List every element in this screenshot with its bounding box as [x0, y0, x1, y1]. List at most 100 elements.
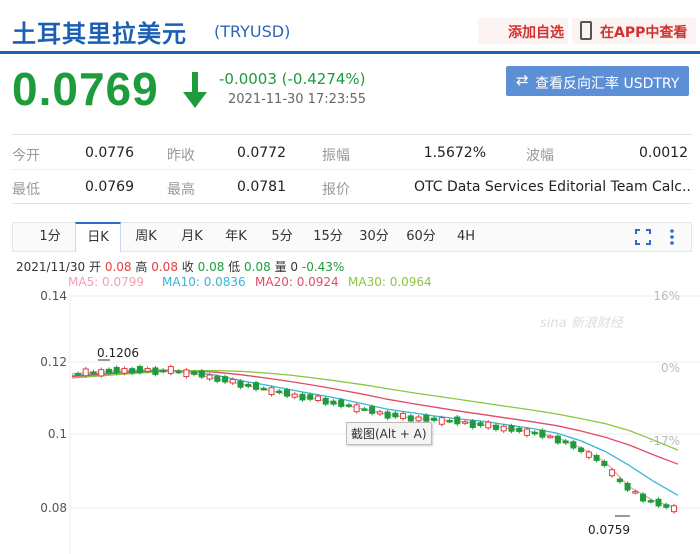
volume-label: 量 [274, 260, 287, 274]
candle-body [376, 411, 383, 415]
tab-monthly-k[interactable]: 月K [169, 223, 215, 251]
y-tick-label: 0.1 [48, 427, 67, 441]
candle-body [152, 367, 159, 375]
candle-body [98, 369, 105, 377]
candle-body [593, 455, 600, 461]
y-tick-label: 0.08 [40, 501, 67, 515]
candle-body [477, 422, 484, 427]
stat-label: 振幅 [322, 148, 350, 164]
max-price-label: 0.1206 [97, 346, 139, 360]
candle-body [260, 387, 267, 391]
chart-period-tabs: 1分 日K 周K 月K 年K 5分 15分 30分 60分 4H [12, 222, 692, 252]
candle-body [338, 399, 345, 407]
header-divider [0, 51, 700, 54]
tab-60min[interactable]: 60分 [398, 223, 444, 251]
stat-value: 0.0781 [237, 179, 286, 195]
candle-body [609, 469, 616, 477]
candle-body [183, 369, 190, 378]
candle-body [655, 498, 662, 507]
change-percent: -0.43% [301, 260, 345, 274]
candle-body [663, 504, 670, 508]
low-value: 0.08 [244, 260, 271, 274]
candle-body [500, 425, 507, 432]
candle-body [454, 416, 461, 425]
close-value: 0.08 [197, 260, 225, 274]
tab-15min[interactable]: 15分 [305, 223, 351, 251]
candle-body [601, 460, 608, 467]
high-label: 高 [135, 260, 148, 274]
candle-body [105, 368, 112, 374]
candle-body [585, 451, 592, 458]
stat-value: 0.0769 [85, 179, 134, 195]
tab-30min[interactable]: 30分 [351, 223, 397, 251]
candle-body [307, 394, 314, 400]
reverse-rate-button[interactable]: ⇄ 查看反向汇率 USDTRY [506, 66, 689, 96]
quote-source: OTC Data Services Editorial Team Calc... [414, 179, 690, 195]
candle-body [90, 371, 97, 375]
candle-body [191, 371, 198, 375]
candle-body [206, 374, 213, 380]
candle-body [222, 376, 229, 383]
page-title: 土耳其里拉美元 [12, 20, 187, 48]
y-tick-label: 0.14 [40, 290, 67, 303]
tab-1min[interactable]: 1分 [27, 223, 73, 251]
candle-body [361, 408, 368, 411]
tab-4h[interactable]: 4H [445, 223, 487, 251]
candle-body [384, 411, 391, 419]
view-in-app-button[interactable]: 在APP中查看 [572, 18, 696, 44]
tab-daily-k[interactable]: 日K [75, 222, 121, 252]
y-tick-label: 0.12 [40, 355, 67, 369]
ma30-legend: MA30: 0.0964 [348, 275, 432, 289]
candle-body [531, 431, 538, 435]
candle-body [160, 369, 167, 373]
candle-body [431, 417, 438, 421]
candle-body [562, 440, 569, 444]
candle-body [671, 505, 677, 513]
more-options-icon[interactable] [669, 227, 675, 247]
open-value: 0.08 [104, 260, 132, 274]
candle-body [268, 387, 275, 395]
swap-icon: ⇄ [516, 71, 529, 89]
candle-body [167, 366, 174, 374]
open-label: 开 [89, 260, 102, 274]
stat-label: 最高 [167, 182, 195, 198]
sina-watermark: sina 新浪财经 [540, 316, 623, 331]
candle-body [462, 421, 469, 424]
candle-body [392, 412, 399, 418]
ma5-legend: MA5: 0.0799 [68, 275, 145, 289]
candle-body [136, 366, 143, 373]
candle-body [369, 406, 376, 414]
pct-tick-label: 0% [661, 361, 680, 375]
candle-body [554, 435, 561, 444]
currency-code: (TRYUSD) [214, 22, 291, 41]
stat-label: 昨收 [167, 148, 195, 164]
reverse-rate-label: 查看反向汇率 USDTRY [535, 76, 680, 92]
stat-label: 波幅 [526, 148, 554, 164]
candle-body [322, 397, 329, 405]
candle-body [299, 393, 306, 401]
candle-body [345, 404, 352, 407]
price-change: -0.0003 (-0.4274%) [219, 70, 366, 88]
tab-yearly-k[interactable]: 年K [213, 223, 259, 251]
candle-body [113, 366, 120, 374]
pct-tick-label: -17% [649, 434, 680, 448]
candle-body [516, 427, 523, 432]
tab-5min[interactable]: 5分 [259, 223, 305, 251]
candle-body [423, 414, 430, 422]
stat-value: 0.0012 [639, 145, 688, 161]
stats-row-divider [12, 169, 692, 170]
candle-body [469, 420, 476, 428]
add-favorite-label: 添加自选 [508, 25, 564, 41]
candle-body [523, 428, 530, 436]
ma10-legend: MA10: 0.0836 [162, 275, 246, 289]
pct-tick-label: 16% [653, 290, 680, 303]
fullscreen-icon[interactable] [635, 229, 651, 245]
candle-body [438, 417, 445, 425]
candle-body [539, 429, 546, 438]
tab-weekly-k[interactable]: 周K [123, 223, 169, 251]
candle-body [578, 447, 585, 453]
candle-body [175, 370, 182, 374]
candle-body [283, 389, 290, 397]
phone-icon [580, 21, 592, 40]
add-favorite-button[interactable]: 添加自选 [478, 18, 568, 44]
